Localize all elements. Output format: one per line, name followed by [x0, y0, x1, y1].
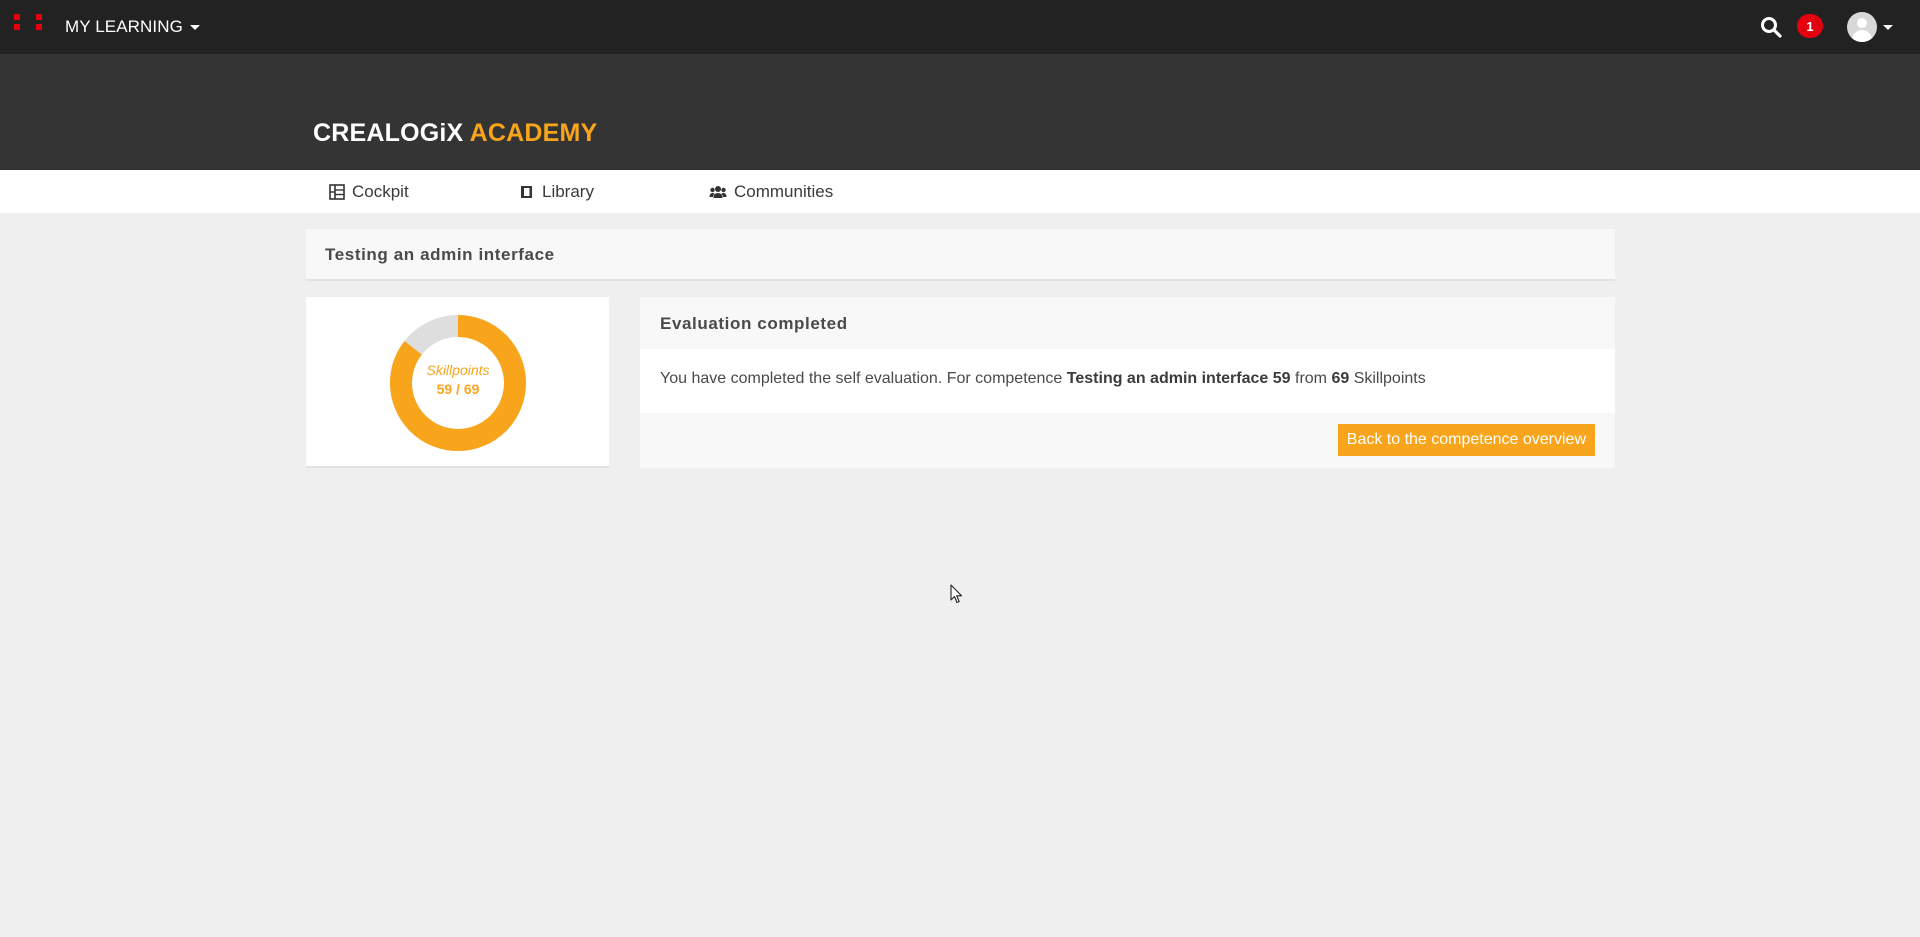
- evaluation-message: You have completed the self evaluation. …: [660, 370, 1426, 387]
- nav-item-communities[interactable]: Communities: [709, 182, 833, 202]
- communities-icon: [709, 186, 727, 198]
- search-icon[interactable]: [1760, 16, 1782, 38]
- apps-grid-icon[interactable]: [14, 14, 42, 40]
- nav-item-cockpit[interactable]: Cockpit: [329, 182, 409, 202]
- notification-badge[interactable]: 1: [1797, 14, 1823, 38]
- nav-label-library: Library: [542, 182, 594, 201]
- skillpoints-caption: Skillpoints: [426, 362, 490, 378]
- evaluation-footer: Back to the competence overview: [640, 413, 1615, 468]
- my-learning-menu[interactable]: MY LEARNING: [65, 17, 200, 37]
- skillpoints-value: 59 / 69: [436, 381, 480, 397]
- evaluation-header: Evaluation completed: [640, 297, 1615, 349]
- skillpoints-label: Skillpoints 59 / 69: [390, 362, 526, 397]
- evaluation-body: You have completed the self evaluation. …: [640, 349, 1615, 413]
- nav-label-cockpit: Cockpit: [352, 182, 409, 201]
- page-title-panel: Testing an admin interface: [306, 229, 1615, 281]
- top-bar: MY LEARNING 1: [0, 0, 1920, 54]
- library-icon: [521, 186, 532, 198]
- header-banner: CREALOGiX ACADEMY: [0, 54, 1920, 170]
- achieved-points: 59: [1272, 370, 1291, 387]
- total-points: 69: [1331, 370, 1350, 387]
- chevron-down-icon: [1883, 24, 1893, 30]
- evaluation-panel: Evaluation completed You have completed …: [640, 297, 1615, 468]
- cockpit-icon: [329, 184, 345, 200]
- back-to-competence-overview-button[interactable]: Back to the competence overview: [1337, 424, 1595, 456]
- main-nav: Cockpit Library Communities: [0, 170, 1920, 213]
- my-learning-label: MY LEARNING: [65, 17, 183, 36]
- competence-name: Testing an admin interface: [1066, 370, 1269, 387]
- user-menu[interactable]: [1847, 12, 1893, 42]
- mouse-cursor-icon: [950, 584, 963, 604]
- nav-item-library[interactable]: Library: [519, 182, 594, 202]
- user-avatar-icon: [1847, 12, 1877, 42]
- evaluation-heading: Evaluation completed: [660, 314, 848, 333]
- skillpoints-panel: Skillpoints 59 / 69: [306, 297, 609, 468]
- page-title: Testing an admin interface: [325, 245, 555, 264]
- chevron-down-icon: [189, 24, 200, 30]
- brand-logo[interactable]: CREALOGiX ACADEMY: [313, 119, 597, 148]
- nav-label-communities: Communities: [734, 182, 834, 201]
